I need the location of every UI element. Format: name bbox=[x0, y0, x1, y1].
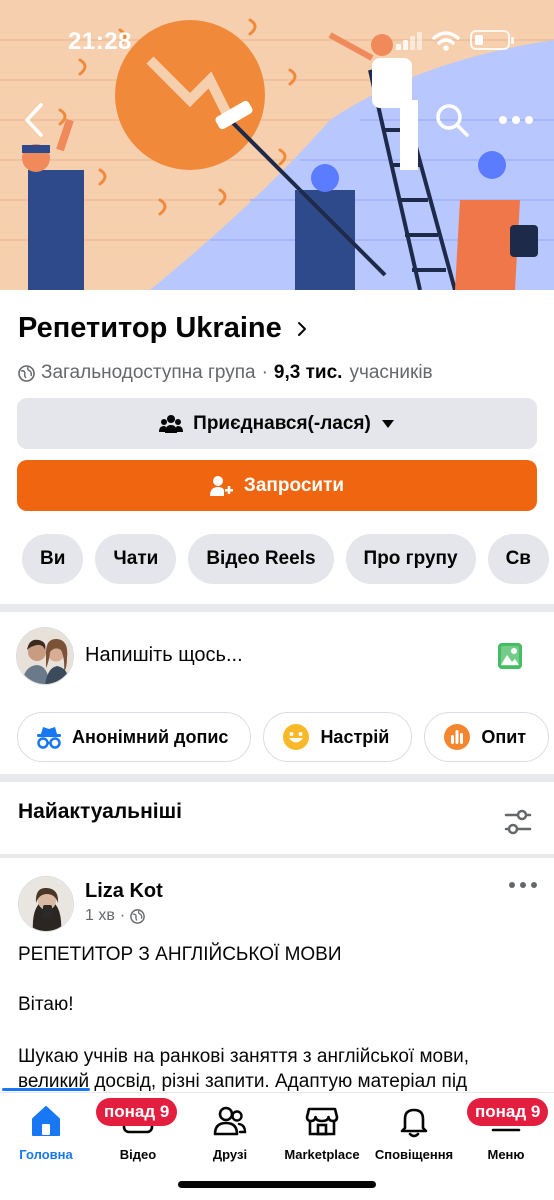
add-photo-button[interactable] bbox=[494, 640, 526, 672]
poll-icon bbox=[444, 724, 471, 750]
sliders-icon bbox=[504, 809, 532, 835]
post-text-line: Вітаю! bbox=[18, 994, 74, 1015]
section-divider bbox=[0, 854, 554, 858]
more-horizontal-icon bbox=[499, 116, 533, 124]
feeling-label: Настрій bbox=[320, 726, 390, 747]
back-button[interactable] bbox=[14, 100, 54, 140]
status-time: 21:28 bbox=[68, 28, 132, 55]
members-label: учасників bbox=[349, 362, 433, 383]
post-text-line: Шукаю учнів на ранкові заняття з англійс… bbox=[18, 1046, 470, 1067]
poll-button[interactable]: Опит bbox=[424, 712, 550, 762]
group-members-icon bbox=[159, 414, 184, 433]
anonymous-post-button[interactable]: Анонімний допис bbox=[17, 712, 252, 762]
globe-icon bbox=[18, 364, 35, 382]
joined-label: Приєднався(-лася) bbox=[193, 412, 371, 434]
nav-label: Marketplace bbox=[284, 1147, 360, 1162]
group-name: Репетитор Ukraine bbox=[18, 312, 282, 344]
anonymous-post-label: Анонімний допис bbox=[72, 726, 229, 747]
section-divider bbox=[0, 604, 554, 612]
search-icon bbox=[436, 104, 469, 137]
invite-button[interactable]: Запросити bbox=[17, 460, 537, 511]
menu-badge: понад 9 bbox=[467, 1098, 549, 1126]
post-author-avatar[interactable] bbox=[18, 876, 74, 932]
group-meta: Загальнодоступна група · 9,3 тис. учасни… bbox=[18, 362, 433, 384]
smile-icon bbox=[283, 724, 310, 750]
status-bar: 21:28 bbox=[0, 0, 554, 80]
post-actions: Анонімний допис Настрій Опит bbox=[17, 712, 550, 762]
chevron-right-icon bbox=[297, 321, 306, 336]
search-button[interactable] bbox=[432, 100, 472, 140]
invite-label: Запросити bbox=[243, 474, 345, 496]
poll-label: Опит bbox=[481, 726, 527, 747]
anonymous-icon bbox=[37, 727, 61, 749]
user-avatar[interactable] bbox=[16, 627, 74, 685]
nav-marketplace[interactable]: Marketplace bbox=[276, 1103, 368, 1162]
joined-button[interactable]: Приєднався(-лася) bbox=[17, 398, 537, 449]
nav-label: Друзі bbox=[212, 1147, 248, 1162]
add-person-icon bbox=[209, 475, 233, 496]
nav-friends[interactable]: Друзі bbox=[184, 1103, 276, 1162]
globe-icon bbox=[130, 908, 145, 924]
marketplace-icon bbox=[304, 1103, 340, 1139]
bell-icon bbox=[396, 1103, 432, 1139]
post-meta-separator: · bbox=[119, 907, 126, 924]
cover-photo: 21:28 bbox=[0, 0, 554, 290]
photo-icon bbox=[498, 643, 522, 669]
active-tab-indicator bbox=[2, 1088, 90, 1091]
composer-input[interactable]: Напишіть щось... bbox=[85, 644, 243, 667]
caret-down-icon bbox=[381, 419, 394, 428]
group-title-row[interactable]: Репетитор Ukraine bbox=[18, 312, 308, 345]
more-options-button[interactable] bbox=[494, 104, 538, 136]
battery-icon bbox=[470, 30, 514, 50]
feed-filter-button[interactable] bbox=[500, 806, 536, 838]
post-text-line: РЕПЕТИТОР З АНГЛІЙСЬКОЇ МОВИ bbox=[18, 944, 342, 965]
nav-label: Відео bbox=[119, 1147, 157, 1162]
cellular-signal-icon bbox=[396, 32, 422, 50]
feed-sort-label: Найактуальніші bbox=[18, 800, 182, 823]
post-author-name[interactable]: Liza Kot bbox=[85, 880, 163, 903]
nav-home[interactable]: Головна bbox=[0, 1103, 92, 1162]
nav-label: Головна bbox=[19, 1147, 73, 1162]
nav-notifications[interactable]: Сповіщення bbox=[368, 1103, 460, 1162]
feeling-button[interactable]: Настрій bbox=[263, 712, 413, 762]
tab-more[interactable]: Св bbox=[487, 534, 549, 584]
home-indicator bbox=[178, 1181, 376, 1188]
members-count: 9,3 тис. bbox=[273, 362, 343, 383]
home-icon bbox=[28, 1103, 64, 1139]
wifi-icon bbox=[432, 31, 460, 51]
tab-you[interactable]: Ви bbox=[22, 534, 84, 584]
post-time: 1 хв bbox=[85, 907, 115, 924]
meta-separator: · bbox=[261, 362, 268, 383]
more-horizontal-icon bbox=[509, 882, 537, 888]
video-badge: понад 9 bbox=[96, 1098, 178, 1126]
post-meta: 1 хв · bbox=[85, 907, 145, 925]
group-privacy: Загальнодоступна група bbox=[41, 362, 256, 383]
tab-video-reels[interactable]: Відео Reels bbox=[188, 534, 334, 584]
group-tabs: Ви Чати Відео Reels Про групу Св bbox=[22, 534, 549, 584]
nav-label: Сповіщення bbox=[374, 1147, 454, 1162]
nav-label: Меню bbox=[487, 1147, 525, 1162]
tab-about[interactable]: Про групу bbox=[345, 534, 476, 584]
chevron-left-icon bbox=[25, 103, 43, 137]
tab-chats[interactable]: Чати bbox=[95, 534, 177, 584]
section-divider bbox=[0, 774, 554, 782]
post-more-button[interactable] bbox=[508, 876, 542, 900]
friends-icon bbox=[212, 1103, 248, 1139]
